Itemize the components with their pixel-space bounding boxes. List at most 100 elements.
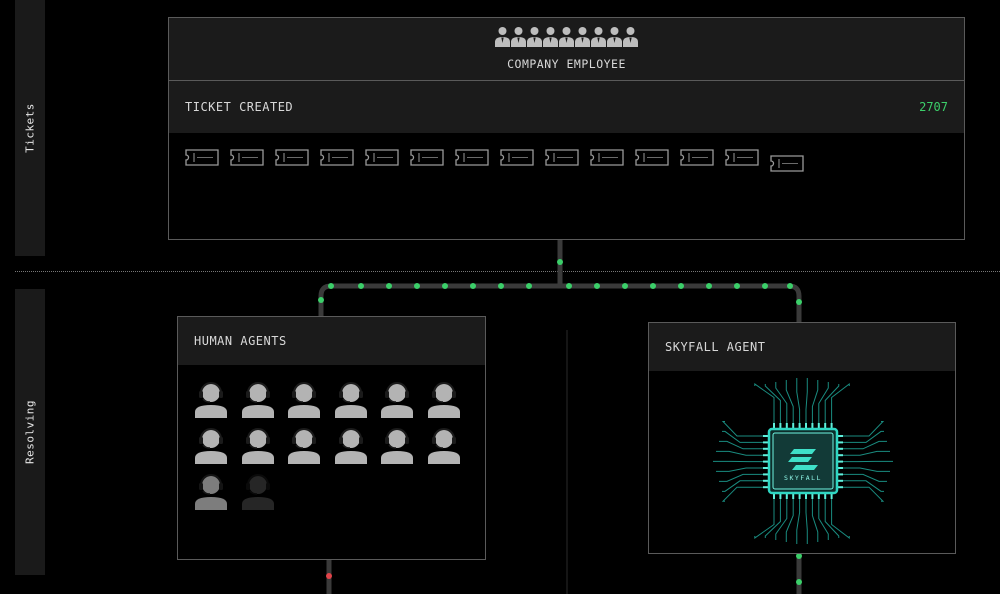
ticket-icon [455,149,489,166]
chip-pin [805,423,807,428]
agent-headset-icon [241,382,274,418]
employee-header: COMPANY EMPLOYEE [169,18,964,81]
chip-pin [763,447,768,450]
flow-dot [622,283,628,289]
circuit-trace [805,499,808,544]
circuit-trace [716,467,763,472]
flow-dot [650,283,656,289]
flow-dot [328,283,334,289]
chip-pin [838,435,843,437]
circuit-trace [775,499,788,540]
chip-pin [779,494,782,499]
circuit-trace [811,499,819,542]
flow-dot [706,283,712,289]
agent-headset-icon [427,382,460,418]
circuit-trace [785,380,794,423]
chip-pin [838,460,843,463]
chip-pin [792,494,795,499]
agent-headset-icon [288,382,320,418]
circuit-trace [754,383,775,423]
circuit-trace [818,499,829,540]
agent-headset-icon [334,382,367,418]
chip-pin [824,494,827,499]
skyfall-agent-header: SKYFALL AGENT [649,323,955,371]
circuit-trace [831,382,850,423]
flow-dot [358,283,364,289]
chip-pin [838,454,843,457]
ticket-count: 2707 [919,100,948,114]
chip-pin [779,423,782,428]
circuit-trace [818,382,829,423]
chip-pin [838,473,843,476]
chip-pin [838,467,843,469]
circuit-trace [805,378,808,423]
chip-pin [838,441,843,444]
chip-pin [838,447,843,450]
chip-pin [798,494,801,499]
ticket-icon [725,149,759,166]
circuit-trace [722,430,763,443]
flow-dot [526,283,532,289]
chip-pin [773,494,775,499]
chip-pin [824,423,827,428]
ticket-created-label: TICKET CREATED [185,100,294,114]
circuit-trace [764,384,781,423]
chip-pin [785,423,788,428]
employee-icon [575,27,590,47]
employee-icon [511,27,526,47]
employee-icon [591,27,606,47]
flow-dot [566,283,572,289]
circuit-trace [843,450,890,456]
employee-icon [543,27,558,47]
employee-icon [495,27,510,47]
circuit-trace [764,499,781,538]
ticket-icon [635,149,669,166]
flow-dot [796,299,802,305]
flow-dot [762,283,768,289]
chip-pin [785,494,788,499]
agent-headset-icon [381,428,413,464]
ticket-icon [500,149,534,166]
circuit-trace [796,378,801,423]
circuit-trace [811,380,819,423]
flow-dot [386,283,392,289]
circuit-trace [843,480,884,492]
ticket-icon [545,149,579,166]
chip-pin [792,423,795,428]
agent-headset-icon [427,428,460,464]
ticket-icon [410,149,444,166]
flow-dot [594,283,600,289]
chip-pin [773,423,775,428]
agent-grid [193,380,472,510]
chip-pin [830,423,833,428]
chip-pin [763,454,768,457]
skyfall-agent-label: SKYFALL AGENT [665,340,766,354]
circuit-trace [843,467,890,472]
agent-headset-icon-faded [241,474,274,510]
flow-dot [442,283,448,289]
employee-icon [527,27,542,47]
ticket-header: TICKET CREATED 2707 [169,81,964,133]
agent-headset-icon [241,428,274,464]
ticket-icon [680,149,714,166]
ticket-icon [185,149,219,166]
circuit-trace [721,486,763,502]
skyfall-chip-icon: SKYFALL [713,378,893,544]
employee-icon-row [169,26,964,48]
circuit-trace [831,499,850,540]
circuit-trace [716,450,763,456]
employee-icon [623,27,638,47]
agent-headset-icon [288,428,320,464]
agent-headset-icon [195,382,227,418]
employee-ticket-panel: COMPANY EMPLOYEE TICKET CREATED 2707 [168,17,965,240]
human-agents-panel: HUMAN AGENTS [177,316,486,560]
ticket-icon [275,149,309,166]
employee-icon [607,27,622,47]
ticket-icon [590,149,624,166]
chip-pin [805,494,807,499]
agent-headset-icon [381,382,413,418]
chip-pin [838,486,843,489]
flow-dot [318,297,324,303]
agent-headset-icon [195,428,227,464]
chip-pin [817,494,820,499]
